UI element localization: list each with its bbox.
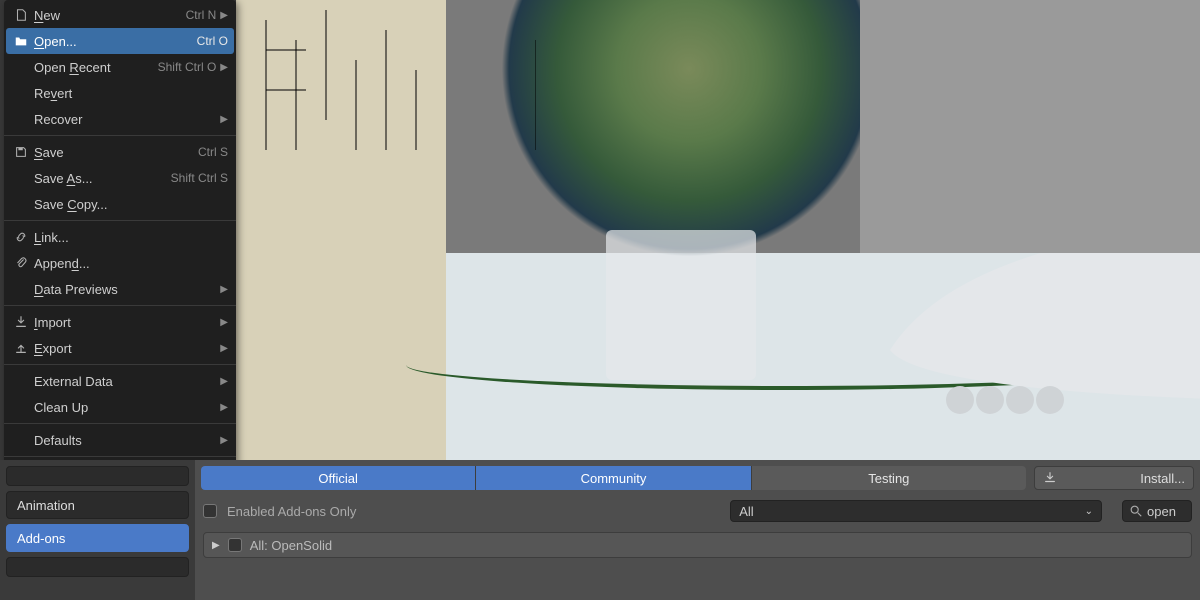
- menu-item[interactable]: Link...: [4, 224, 236, 250]
- addon-filter-row: Enabled Add-ons Only All ⌄ open: [195, 496, 1200, 528]
- menu-item[interactable]: Defaults ▶: [4, 427, 236, 453]
- menu-item-shortcut: Ctrl S: [198, 145, 228, 159]
- menu-item-shortcut: Ctrl O: [197, 34, 228, 48]
- sidebar-item-addons[interactable]: Add-ons: [6, 524, 189, 552]
- install-addon-button[interactable]: Install...: [1034, 466, 1194, 490]
- addon-name-label: All: OpenSolid: [250, 538, 332, 553]
- submenu-arrow-icon: ▶: [220, 343, 228, 354]
- sidebar-item-partial-top[interactable]: [6, 466, 189, 486]
- menu-item-label: Append...: [30, 256, 228, 271]
- tab-community[interactable]: Community: [476, 466, 751, 490]
- menu-item-label: New: [30, 8, 186, 23]
- menu-item[interactable]: SaveCtrl S: [4, 139, 236, 165]
- menu-item-label: Data Previews: [30, 282, 216, 297]
- submenu-arrow-icon: ▶: [220, 10, 228, 21]
- menu-item[interactable]: Data Previews ▶: [4, 276, 236, 302]
- tab-label: Testing: [868, 471, 909, 486]
- forklift-mesh: [606, 230, 756, 380]
- menu-item[interactable]: Save As...Shift Ctrl S: [4, 165, 236, 191]
- menu-item[interactable]: Clean Up ▶: [4, 394, 236, 420]
- download-icon: [1043, 471, 1057, 485]
- menu-item-shortcut: Ctrl N: [186, 8, 217, 22]
- menu-item-label: Export: [30, 341, 216, 356]
- sidebar-item-partial-bottom[interactable]: [6, 557, 189, 577]
- submenu-arrow-icon: ▶: [220, 284, 228, 295]
- addon-category-dropdown[interactable]: All ⌄: [730, 500, 1102, 522]
- submenu-arrow-icon: ▶: [220, 317, 228, 328]
- menu-item-label: Import: [30, 315, 216, 330]
- menu-item-label: Recover: [30, 112, 216, 127]
- tab-label: Community: [581, 471, 647, 486]
- install-button-label: Install...: [1063, 471, 1185, 486]
- addon-enable-checkbox[interactable]: [228, 538, 242, 552]
- menu-separator: [4, 305, 236, 306]
- preferences-sidebar: Animation Add-ons: [0, 460, 195, 600]
- menu-item-label: Link...: [30, 230, 228, 245]
- menu-item[interactable]: Recover ▶: [4, 106, 236, 132]
- menu-item-label: External Data: [30, 374, 216, 389]
- clip-icon: [12, 256, 30, 270]
- submenu-arrow-icon: ▶: [220, 402, 228, 413]
- menu-item-label: Open...: [30, 34, 197, 49]
- tab-testing[interactable]: Testing: [752, 466, 1026, 490]
- menu-item[interactable]: Revert: [4, 80, 236, 106]
- menu-item[interactable]: Append...: [4, 250, 236, 276]
- addon-source-row: Official Community Testing Install...: [195, 460, 1200, 496]
- menu-item[interactable]: Export ▶: [4, 335, 236, 361]
- menu-separator: [4, 220, 236, 221]
- submenu-arrow-icon: ▶: [220, 62, 228, 73]
- preferences-panel: Animation Add-ons Official Community Tes…: [0, 460, 1200, 600]
- addon-search-input[interactable]: open: [1122, 500, 1192, 522]
- link-icon: [12, 230, 30, 244]
- preferences-main: Official Community Testing Install... En…: [195, 460, 1200, 600]
- enabled-only-checkbox[interactable]: [203, 504, 217, 518]
- menu-item-label: Save Copy...: [30, 197, 228, 212]
- menu-item[interactable]: Open RecentShift Ctrl O▶: [4, 54, 236, 80]
- sidebar-item-label: Animation: [17, 498, 75, 513]
- menu-item[interactable]: NewCtrl N▶: [4, 2, 236, 28]
- menu-item-label: Open Recent: [30, 60, 158, 75]
- menu-item-label: Save As...: [30, 171, 171, 186]
- menu-separator: [4, 135, 236, 136]
- import-icon: [12, 315, 30, 329]
- disclosure-triangle-icon[interactable]: ▶: [212, 540, 220, 551]
- export-icon: [12, 341, 30, 355]
- addon-list-item[interactable]: ▶ All: OpenSolid: [203, 532, 1192, 558]
- addon-source-segmented: Official Community Testing: [201, 466, 1026, 490]
- menu-item[interactable]: Save Copy...: [4, 191, 236, 217]
- submenu-arrow-icon: ▶: [220, 376, 228, 387]
- shuttle-mesh: [860, 180, 1200, 440]
- menu-item[interactable]: Import ▶: [4, 309, 236, 335]
- menu-separator: [4, 423, 236, 424]
- menu-separator: [4, 364, 236, 365]
- menu-item-shortcut: Shift Ctrl S: [171, 171, 228, 185]
- submenu-arrow-icon: ▶: [220, 114, 228, 125]
- doc-icon: [12, 8, 30, 22]
- menu-item-shortcut: Shift Ctrl O: [158, 60, 217, 74]
- search-value: open: [1147, 504, 1176, 519]
- enabled-only-label: Enabled Add-ons Only: [227, 504, 356, 519]
- menu-item-label: Defaults: [30, 433, 216, 448]
- tab-official[interactable]: Official: [201, 466, 476, 490]
- dropdown-value: All: [739, 504, 753, 519]
- sidebar-item-animation[interactable]: Animation: [6, 491, 189, 519]
- submenu-arrow-icon: ▶: [220, 435, 228, 446]
- menu-item-label: Revert: [30, 86, 228, 101]
- chevron-down-icon: ⌄: [1085, 506, 1093, 517]
- sidebar-item-label: Add-ons: [17, 531, 65, 546]
- menu-item-label: Clean Up: [30, 400, 216, 415]
- wireframe-overlay: [236, 0, 536, 150]
- search-icon: [1129, 504, 1143, 518]
- menu-item-label: Save: [30, 145, 198, 160]
- menu-item[interactable]: Open...Ctrl O: [6, 28, 234, 54]
- menu-separator: [4, 456, 236, 457]
- 3d-viewport[interactable]: [236, 0, 1200, 460]
- save-icon: [12, 145, 30, 159]
- tab-label: Official: [318, 471, 358, 486]
- folder-icon: [12, 34, 30, 48]
- menu-item[interactable]: External Data ▶: [4, 368, 236, 394]
- file-menu[interactable]: NewCtrl N▶Open...Ctrl OOpen RecentShift …: [4, 0, 236, 488]
